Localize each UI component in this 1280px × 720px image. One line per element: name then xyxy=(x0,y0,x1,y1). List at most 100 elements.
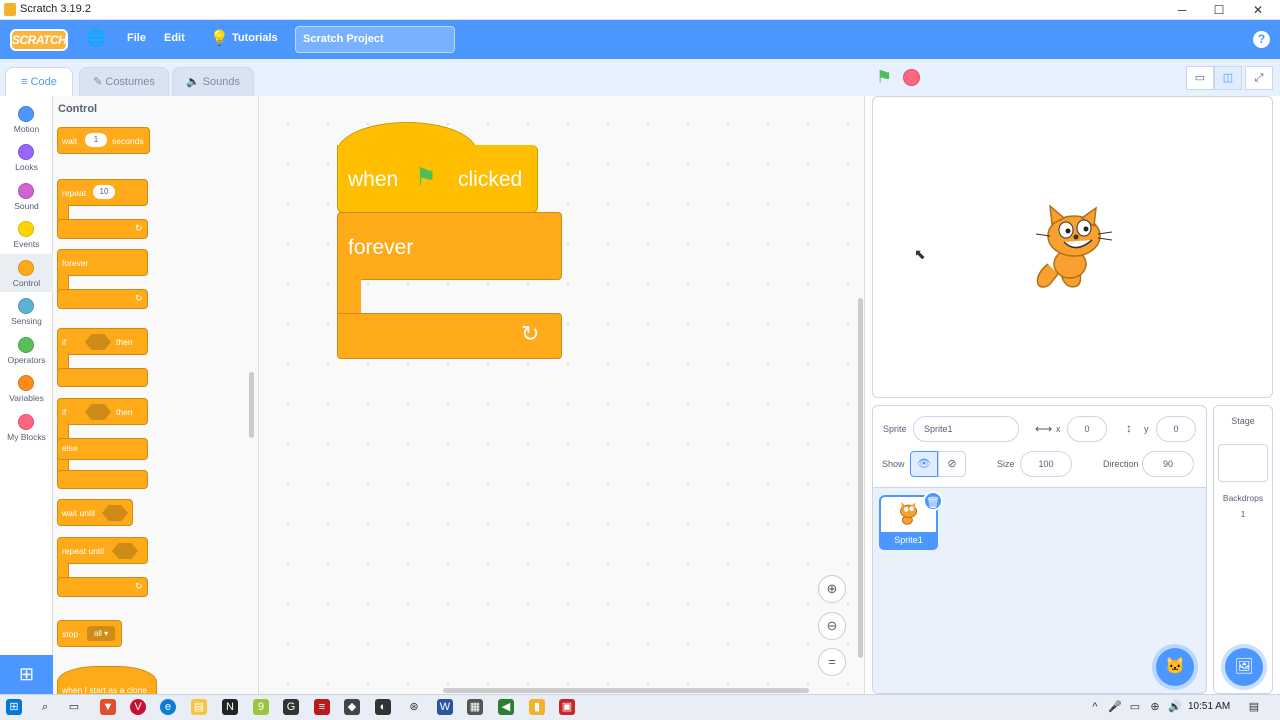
tray-up-arrow-icon[interactable]: ^ xyxy=(1087,699,1103,715)
category-my-blocks[interactable]: My Blocks xyxy=(0,408,53,446)
stop-block[interactable]: stop all ▾ xyxy=(57,620,122,647)
sound-dot-icon xyxy=(18,183,34,199)
app-icon[interactable]: ⊛ xyxy=(406,699,422,715)
category-sound[interactable]: Sound xyxy=(0,177,53,215)
file-explorer-icon[interactable]: ▤ xyxy=(191,699,207,715)
tutorials-menu[interactable]: Tutorials xyxy=(232,32,278,44)
app-icon[interactable]: ▣ xyxy=(559,699,575,715)
normal-stage-button[interactable]: ◫ xyxy=(1214,66,1242,90)
condition-slot[interactable] xyxy=(85,404,111,420)
app-icon[interactable]: ◆ xyxy=(344,699,360,715)
repeat-block[interactable]: repeat 10 xyxy=(57,179,148,206)
app-icon[interactable]: 9 xyxy=(253,699,269,715)
search-icon[interactable]: ⌕ xyxy=(37,699,53,715)
battery-icon[interactable]: ▭ xyxy=(1127,699,1143,715)
block-text: if xyxy=(62,337,67,347)
vivaldi-icon[interactable]: V xyxy=(130,699,146,715)
small-stage-button[interactable]: ▭ xyxy=(1186,66,1214,90)
maximize-button[interactable]: ☐ xyxy=(1204,1,1234,19)
backdrops-label: Backdrops xyxy=(1222,493,1264,503)
brave-browser-icon[interactable]: ▼ xyxy=(100,699,116,715)
microphone-icon[interactable]: 🎤 xyxy=(1107,699,1123,715)
add-extension-button[interactable]: ⊞ xyxy=(0,655,53,694)
repeat-until-block[interactable]: repeat until xyxy=(57,537,148,564)
wait-seconds-input[interactable]: 1 xyxy=(85,133,107,147)
app-icon[interactable]: ◀ xyxy=(498,699,514,715)
zoom-reset-button[interactable]: = xyxy=(818,648,846,676)
zoom-in-button[interactable]: ⊕ xyxy=(818,575,846,603)
repeat-until-bottom: ↻ xyxy=(57,577,148,597)
edit-menu[interactable]: Edit xyxy=(164,32,185,44)
word-icon[interactable]: W xyxy=(437,699,453,715)
palette-scrollbar[interactable] xyxy=(249,372,254,438)
taskbar-clock[interactable]: 10:51 AM xyxy=(1188,701,1230,712)
category-control[interactable]: Control xyxy=(0,254,53,292)
forever-block[interactable]: forever xyxy=(57,249,148,276)
close-button[interactable]: ✕ xyxy=(1243,1,1273,19)
language-globe-icon[interactable]: 🌐 xyxy=(86,29,112,49)
stage-thumbnail[interactable] xyxy=(1218,444,1268,482)
delete-sprite-trash-icon[interactable]: 🗑 xyxy=(923,491,943,511)
app-icon[interactable]: G xyxy=(283,699,299,715)
category-label: Sensing xyxy=(11,316,42,326)
help-icon[interactable]: ? xyxy=(1253,31,1270,48)
start-windows-icon[interactable]: ⊞ xyxy=(6,699,22,715)
y-input[interactable]: 0 xyxy=(1156,416,1196,442)
network-globe-icon[interactable]: ⊕ xyxy=(1147,699,1163,715)
scratch-logo[interactable]: SCRATCH xyxy=(10,29,68,51)
notion-icon[interactable]: N xyxy=(222,699,238,715)
if-else-block[interactable]: if then xyxy=(57,398,148,425)
tab-code[interactable]: ≡ Code xyxy=(5,67,73,96)
script-horizontal-scrollbar[interactable] xyxy=(443,688,809,693)
notification-icon[interactable]: ▤ xyxy=(1246,699,1262,715)
y-label: y xyxy=(1144,424,1149,434)
tab-sounds[interactable]: 🔈 Sounds xyxy=(172,67,254,96)
choose-backdrop-button[interactable]: 🖼 xyxy=(1225,648,1263,686)
condition-slot[interactable] xyxy=(112,543,138,559)
zoom-out-button[interactable]: ⊖ xyxy=(818,612,846,640)
category-motion[interactable]: Motion xyxy=(0,100,53,138)
window-title-bar: Scratch 3.19.2 ─ ☐ ✕ xyxy=(0,0,1280,20)
x-arrows-icon: ⟷ xyxy=(1035,422,1053,436)
wait-until-block[interactable]: wait until xyxy=(57,499,133,526)
script-vertical-scrollbar[interactable] xyxy=(858,298,863,658)
category-operators[interactable]: Operators xyxy=(0,331,53,369)
hide-sprite-eye-slash-icon[interactable]: ⊘ xyxy=(938,451,966,477)
app-icon[interactable]: ▦ xyxy=(467,699,483,715)
size-input[interactable]: 100 xyxy=(1020,451,1072,477)
edge-browser-icon[interactable]: e xyxy=(160,699,176,715)
condition-slot[interactable] xyxy=(85,334,111,350)
app-icon[interactable]: ≡ xyxy=(314,699,330,715)
stop-option-dropdown[interactable]: all ▾ xyxy=(87,626,115,641)
when-clone-hat-block[interactable]: when I start as a clone xyxy=(57,666,157,694)
stop-button[interactable] xyxy=(903,69,920,86)
category-variables[interactable]: Variables xyxy=(0,369,53,407)
category-events[interactable]: Events xyxy=(0,215,53,253)
scratch-taskbar-icon[interactable]: ▮ xyxy=(529,699,545,715)
tab-costumes[interactable]: ✎ Costumes xyxy=(79,67,169,96)
show-sprite-eye-icon[interactable]: 👁 xyxy=(910,451,938,477)
task-view-icon[interactable]: ▭ xyxy=(66,699,82,715)
category-label: My Blocks xyxy=(7,432,46,442)
file-menu[interactable]: File xyxy=(127,32,146,44)
my-blocks-dot-icon xyxy=(18,414,34,430)
volume-icon[interactable]: 🔊 xyxy=(1167,699,1183,715)
scratch-cat-sprite[interactable] xyxy=(1030,204,1114,292)
minimize-button[interactable]: ─ xyxy=(1167,1,1197,19)
sprite-name-input[interactable]: Sprite1 xyxy=(913,416,1019,442)
choose-sprite-button[interactable]: 🐱 xyxy=(1156,648,1194,686)
repeat-count-input[interactable]: 10 xyxy=(93,185,115,199)
app-icon[interactable]: ◐ xyxy=(375,699,391,715)
green-flag-button[interactable]: ⚑ xyxy=(876,67,892,88)
lightbulb-icon: 💡 xyxy=(210,30,229,47)
direction-input[interactable]: 90 xyxy=(1142,451,1194,477)
mouse-cursor-icon: ⬉ xyxy=(914,246,926,262)
category-looks[interactable]: Looks xyxy=(0,138,53,176)
condition-slot[interactable] xyxy=(102,505,128,521)
x-input[interactable]: 0 xyxy=(1067,416,1107,442)
category-sensing[interactable]: Sensing xyxy=(0,292,53,330)
project-title-input[interactable]: Scratch Project xyxy=(295,26,455,53)
fullscreen-button[interactable]: ⤢ xyxy=(1245,66,1273,90)
if-then-block[interactable]: if then xyxy=(57,328,148,355)
wait-seconds-block[interactable]: wait 1 seconds xyxy=(57,127,150,154)
